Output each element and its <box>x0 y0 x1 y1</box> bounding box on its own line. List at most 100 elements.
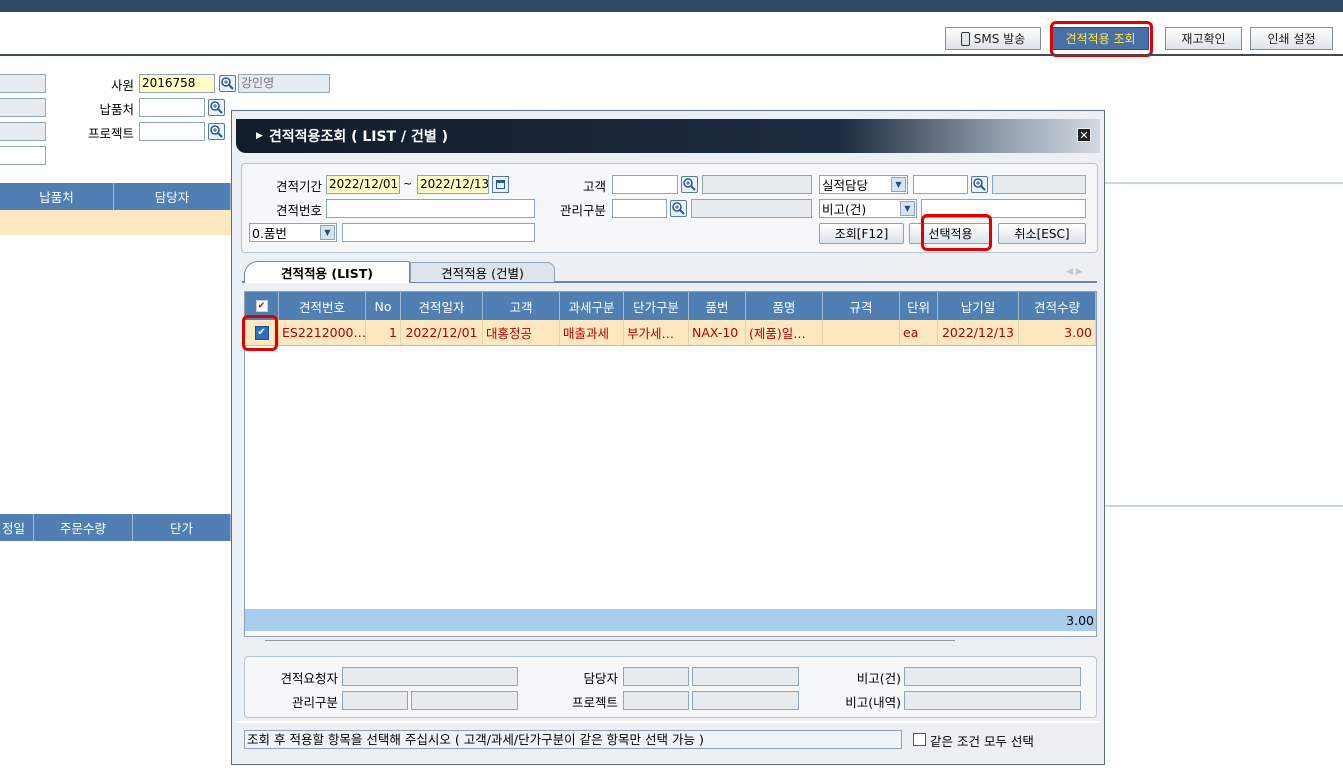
period-from-field[interactable]: 2022/12/01 <box>326 175 400 194</box>
quote-no-field[interactable] <box>326 199 535 218</box>
column-header[interactable]: 주문수량 <box>34 514 133 541</box>
column-header[interactable]: 견적번호 <box>279 292 366 320</box>
column-header[interactable]: 품명 <box>746 292 823 320</box>
sales-rep-select[interactable]: 실적담당 ▼ <box>819 175 908 194</box>
search-icon[interactable] <box>670 200 687 217</box>
project-name-field <box>692 691 799 710</box>
customer-label: 고객 <box>582 179 606 194</box>
bg-field[interactable] <box>0 74 46 93</box>
delivery-label: 납품처 <box>99 102 134 117</box>
project-field[interactable] <box>139 122 205 141</box>
calendar-icon[interactable] <box>492 176 509 193</box>
highlight-box <box>1050 21 1153 57</box>
mgmt-type-name-field <box>411 691 518 710</box>
divider <box>236 721 1100 723</box>
column-header[interactable]: 납기일 <box>938 292 1019 320</box>
customer-code-field[interactable] <box>612 175 678 194</box>
column-header[interactable]: 견적일자 <box>401 292 483 320</box>
dialog-title: 견적적용조회 ( LIST / 건별 ) <box>268 129 449 145</box>
dialog-title-bar: ▶ 견적적용조회 ( LIST / 건별 ) <box>236 119 1100 153</box>
bg-field[interactable] <box>0 146 46 165</box>
cancel-button[interactable]: 취소[ESC] <box>998 223 1086 244</box>
search-button[interactable]: 조회[F12] <box>819 223 904 244</box>
column-header[interactable]: 과세구분 <box>560 292 624 320</box>
chevron-down-icon: ▼ <box>320 225 335 240</box>
remark-detail-label: 비고(내역) <box>845 695 901 710</box>
item-type-select[interactable]: 0.품번 ▼ <box>249 223 337 242</box>
divider <box>1105 182 1343 184</box>
chevron-down-icon: ▼ <box>891 177 906 192</box>
item-search-field[interactable] <box>342 223 535 242</box>
tab-individual[interactable]: 견적적용 (건별) <box>410 262 555 282</box>
stock-check-button[interactable]: 재고확인 <box>1165 27 1242 50</box>
highlight-box <box>921 214 992 251</box>
bg-grid-header: 정일 주문수량 단가 <box>0 514 231 541</box>
column-header[interactable]: 단가구분 <box>624 292 689 320</box>
period-to-field[interactable]: 2022/12/13 <box>417 175 489 194</box>
divider <box>1105 505 1343 507</box>
bg-field[interactable] <box>0 98 46 117</box>
cell-no: 1 <box>366 320 401 345</box>
remark-select[interactable]: 비고(건) ▼ <box>819 199 917 218</box>
cell-spec <box>823 320 900 345</box>
bg-grid-row[interactable] <box>0 210 231 235</box>
requester-field <box>342 667 518 686</box>
customer-name-field <box>702 175 812 194</box>
close-icon[interactable]: ✕ <box>1077 128 1091 142</box>
requester-label: 견적요청자 <box>280 671 338 686</box>
project-code-field <box>623 691 689 710</box>
cell-unit: ea <box>900 320 938 345</box>
employee-code-field[interactable]: 2016758 <box>139 74 215 93</box>
column-header[interactable]: 규격 <box>823 292 900 320</box>
search-icon[interactable] <box>219 75 236 92</box>
top-bar <box>0 0 1343 12</box>
same-condition-label: 같은 조건 모두 선택 <box>930 734 1034 749</box>
employee-label: 사원 <box>110 78 134 93</box>
manager-label: 담당자 <box>583 671 618 686</box>
quote-apply-dialog: ▶ 견적적용조회 ( LIST / 건별 ) ✕ 견적기간 2022/12/01… <box>231 110 1105 765</box>
print-settings-button[interactable]: 인쇄 설정 <box>1250 27 1333 50</box>
employee-name-field: 강인영 <box>238 74 330 93</box>
period-separator: ~ <box>403 177 413 190</box>
delivery-field[interactable] <box>139 98 205 117</box>
search-icon[interactable] <box>971 176 988 193</box>
search-icon[interactable] <box>681 176 698 193</box>
search-icon[interactable] <box>208 123 225 140</box>
grid-total-row: 3.00 <box>245 609 1096 631</box>
column-header[interactable]: 고객 <box>483 292 560 320</box>
sms-send-button[interactable]: SMS 발송 <box>945 27 1041 50</box>
quote-no-label: 견적번호 <box>275 203 322 218</box>
column-header[interactable]: 단가 <box>133 514 231 541</box>
bg-field[interactable] <box>0 122 46 141</box>
period-label: 견적기간 <box>275 179 322 194</box>
column-header[interactable]: 단위 <box>900 292 938 320</box>
phone-icon <box>960 31 970 46</box>
column-header[interactable]: 품번 <box>689 292 746 320</box>
same-condition-checkbox[interactable] <box>913 733 926 746</box>
mgmt-code-field[interactable] <box>612 199 667 218</box>
horizontal-scrollbar[interactable] <box>265 640 955 641</box>
grid-header: ✔ 견적번호 No 견적일자 고객 과세구분 단가구분 품번 품명 규격 단위 … <box>245 292 1096 320</box>
tab-scroll-arrows[interactable]: ◀ ▶ <box>1066 267 1083 277</box>
column-header[interactable]: 견적수량 <box>1019 292 1096 320</box>
chevron-down-icon: ▼ <box>900 201 915 216</box>
check-icon: ✔ <box>255 300 268 312</box>
search-icon[interactable] <box>208 99 225 116</box>
column-header[interactable]: 납품처 <box>0 183 114 210</box>
tab-list[interactable]: 견적적용 (LIST) <box>244 261 410 283</box>
project-label: 프로젝트 <box>87 126 134 141</box>
column-header[interactable]: 담당자 <box>114 183 231 210</box>
cell-due-date: 2022/12/13 <box>938 320 1019 345</box>
mgmt-name-field <box>691 199 812 218</box>
quote-grid: ✔ 견적번호 No 견적일자 고객 과세구분 단가구분 품번 품명 규격 단위 … <box>244 291 1097 641</box>
cell-quote-date: 2022/12/01 <box>401 320 483 345</box>
column-header[interactable]: No <box>366 292 401 320</box>
column-header[interactable]: 정일 <box>0 514 34 541</box>
table-row[interactable]: ✔ ES2212000… 1 2022/12/01 대홍정공 매출과세 부가세…… <box>245 320 1096 346</box>
remark-detail-field <box>904 691 1081 710</box>
footer-remark-field <box>904 667 1081 686</box>
cell-price-type: 부가세… <box>624 320 689 345</box>
cell-item-name: (제품)일… <box>746 320 823 345</box>
cell-quote-no: ES2212000… <box>279 320 366 345</box>
sales-rep-code-field[interactable] <box>913 175 968 194</box>
